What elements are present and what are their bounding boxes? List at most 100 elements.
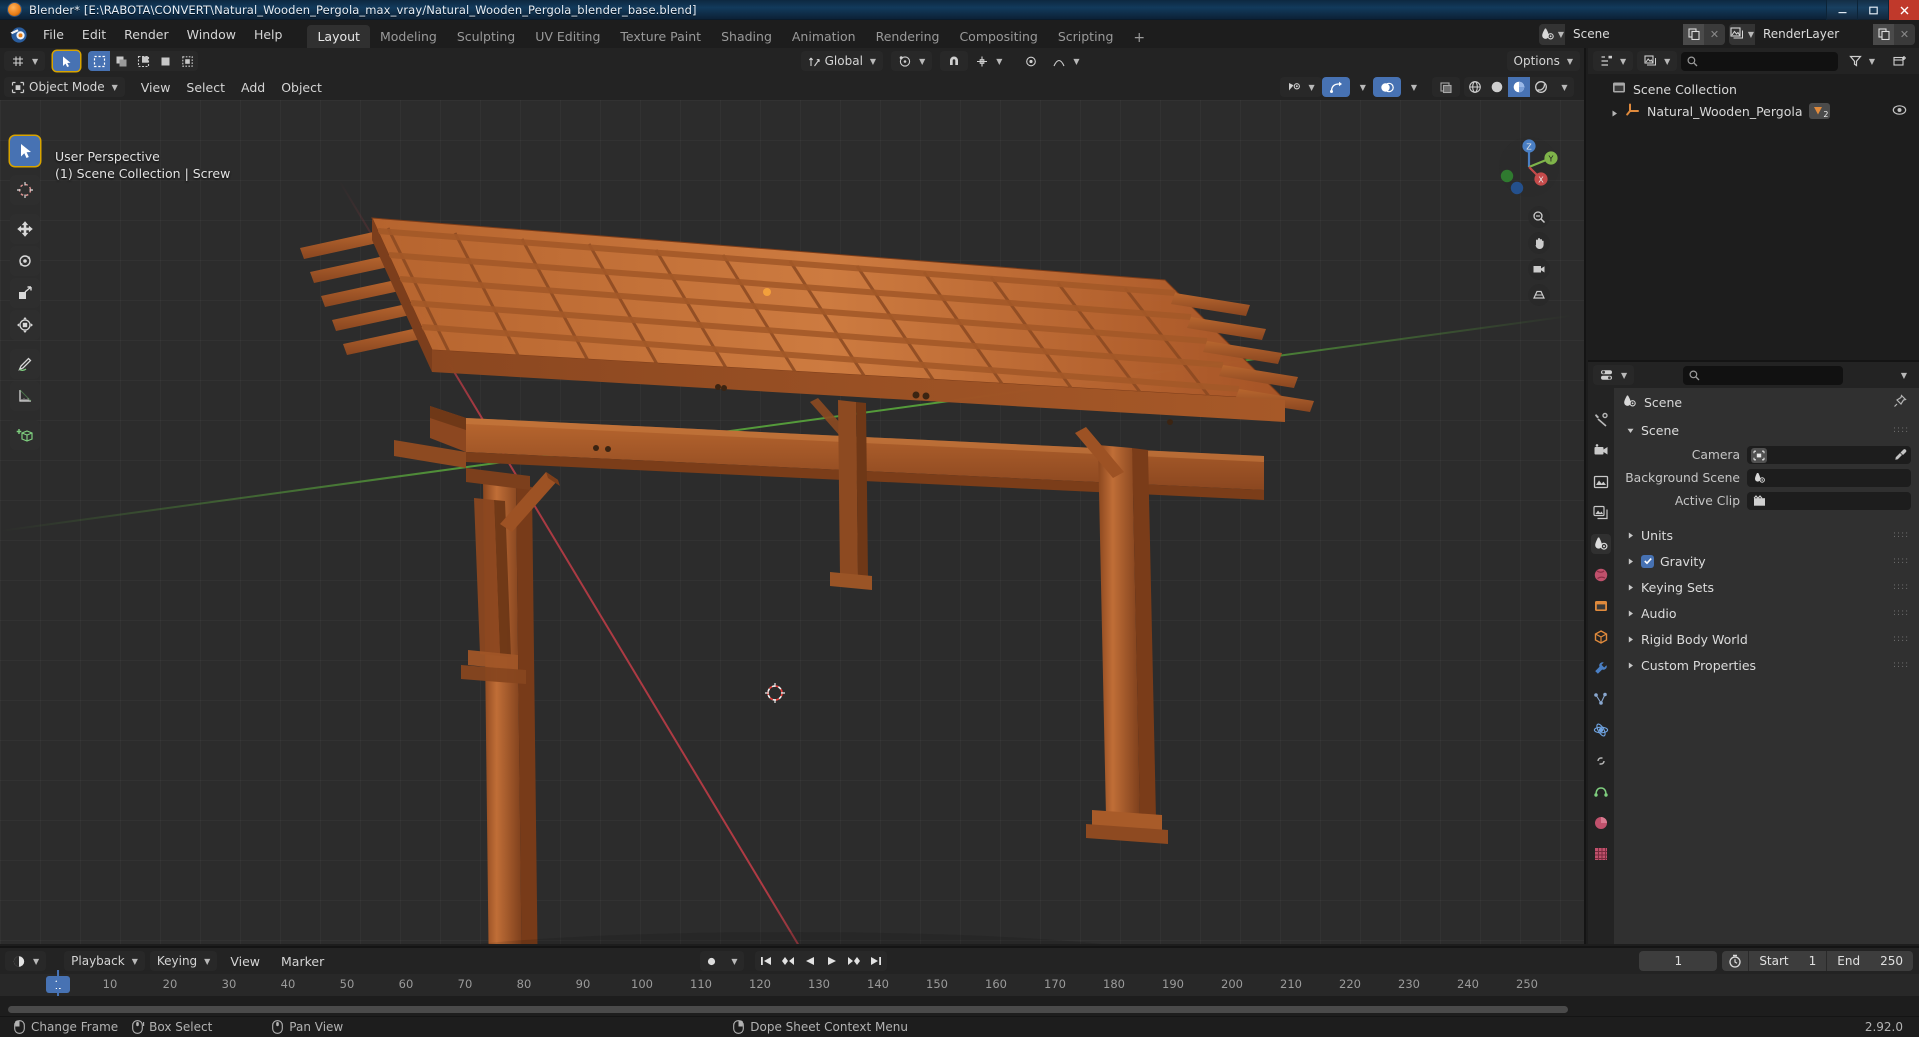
- rigid-body-world-panel-header[interactable]: Rigid Body World ::::: [1618, 627, 1915, 651]
- modifier-badge-icon[interactable]: 2: [1808, 103, 1830, 119]
- tab-scripting[interactable]: Scripting: [1048, 25, 1124, 48]
- eyedropper-icon[interactable]: [1894, 446, 1907, 465]
- properties-editor-type-button[interactable]: ▼: [1593, 365, 1635, 385]
- panel-drag-dots[interactable]: ::::: [1893, 557, 1908, 566]
- expand-triangle-icon[interactable]: [1610, 106, 1620, 117]
- add-workspace-button[interactable]: +: [1123, 28, 1155, 48]
- snap-pivot-button[interactable]: ▼: [891, 51, 933, 71]
- timeline-menu-marker[interactable]: Marker: [273, 951, 332, 972]
- current-frame-field[interactable]: 1: [1639, 951, 1718, 971]
- visibility-eye-icon[interactable]: [1892, 104, 1907, 119]
- use-preview-range-icon[interactable]: [1722, 951, 1748, 971]
- menu-edit[interactable]: Edit: [73, 24, 115, 45]
- custom-properties-panel-header[interactable]: Custom Properties ::::: [1618, 653, 1915, 677]
- material-preview-shading-button[interactable]: [1508, 77, 1530, 97]
- new-collection-button[interactable]: [1886, 51, 1914, 71]
- jump-to-end-button[interactable]: [865, 951, 887, 971]
- object-mode-selector[interactable]: Object Mode ▼: [4, 77, 125, 97]
- keying-sets-panel-header[interactable]: Keying Sets ::::: [1618, 575, 1915, 599]
- viewlayer-name-field[interactable]: RenderLayer: [1755, 23, 1873, 45]
- panel-drag-dots[interactable]: ::::: [1893, 661, 1908, 670]
- gravity-checkbox[interactable]: [1641, 554, 1654, 568]
- proportional-falloff-button[interactable]: ▼: [1045, 51, 1086, 71]
- minimize-button[interactable]: [1826, 0, 1857, 20]
- wireframe-shading-button[interactable]: [1464, 77, 1486, 97]
- auto-keying-button[interactable]: [700, 951, 722, 971]
- units-panel-header[interactable]: Units ::::: [1618, 523, 1915, 547]
- tab-modeling[interactable]: Modeling: [370, 25, 447, 48]
- tab-animation[interactable]: Animation: [782, 25, 866, 48]
- solid-shading-button[interactable]: [1486, 77, 1508, 97]
- panel-drag-dots[interactable]: ::::: [1893, 426, 1908, 435]
- panel-drag-dots[interactable]: ::::: [1893, 609, 1908, 618]
- viewport-options-button[interactable]: Options ▼: [1506, 51, 1580, 71]
- properties-options-button[interactable]: ▼: [1891, 365, 1914, 385]
- timeline-track-area[interactable]: [0, 996, 1919, 1016]
- viewport-menu-add[interactable]: Add: [233, 77, 273, 98]
- constraints-tab[interactable]: [1591, 751, 1611, 771]
- outliner-filter-button[interactable]: ▼: [1842, 51, 1882, 71]
- tab-layout[interactable]: Layout: [307, 25, 370, 48]
- viewport-canvas[interactable]: User Perspective (1) Scene Collection | …: [0, 100, 1584, 944]
- editor-type-button[interactable]: ▼: [4, 51, 46, 71]
- panel-drag-dots[interactable]: ::::: [1893, 531, 1908, 540]
- collection-tab[interactable]: [1591, 596, 1611, 616]
- snap-target-button[interactable]: ▼: [968, 51, 1009, 71]
- output-tab[interactable]: [1591, 472, 1611, 492]
- transform-tool[interactable]: [10, 310, 40, 340]
- object-tab[interactable]: [1591, 627, 1611, 647]
- scale-tool[interactable]: [10, 278, 40, 308]
- select-set-button[interactable]: [88, 51, 111, 71]
- snap-magnet-button[interactable]: [940, 51, 969, 71]
- new-scene-button[interactable]: [1683, 23, 1704, 45]
- select-extend-button[interactable]: [110, 51, 132, 71]
- remove-viewlayer-button[interactable]: ✕: [1894, 23, 1915, 45]
- end-frame-field[interactable]: End 250: [1826, 951, 1913, 971]
- tweak-select-tool[interactable]: [10, 136, 40, 166]
- unlink-scene-button[interactable]: ✕: [1704, 23, 1725, 45]
- properties-search-input[interactable]: [1682, 365, 1843, 385]
- viewlayer-datablock[interactable]: ▼ RenderLayer ✕: [1729, 23, 1915, 45]
- rotate-tool[interactable]: [10, 246, 40, 276]
- timeline-menu-playback[interactable]: Playback ▼: [64, 951, 145, 971]
- rendered-shading-button[interactable]: [1530, 77, 1552, 97]
- add-cube-tool[interactable]: [10, 420, 40, 450]
- navigation-gizmo[interactable]: Z Y X: [1498, 136, 1560, 198]
- menu-file[interactable]: File: [34, 24, 73, 45]
- play-reverse-button[interactable]: [799, 951, 821, 971]
- visibility-toggle-button[interactable]: ▼: [1279, 77, 1322, 97]
- new-viewlayer-button[interactable]: [1873, 23, 1894, 45]
- material-tab[interactable]: [1591, 813, 1611, 833]
- gravity-panel-header[interactable]: Gravity ::::: [1618, 549, 1915, 573]
- tool-tab[interactable]: [1591, 410, 1611, 430]
- camera-view-icon[interactable]: [1528, 258, 1550, 280]
- viewport-menu-select[interactable]: Select: [178, 77, 233, 98]
- outliner-search-input[interactable]: [1681, 51, 1838, 71]
- scene-datablock[interactable]: ▼ Scene ✕: [1539, 23, 1725, 45]
- jump-to-next-keyframe-button[interactable]: [843, 951, 865, 971]
- shading-dropdown-button[interactable]: ▼: [1552, 77, 1574, 97]
- viewport-menu-view[interactable]: View: [133, 77, 179, 98]
- world-tab[interactable]: [1591, 565, 1611, 585]
- render-tab[interactable]: [1591, 441, 1611, 461]
- timeline-menu-view[interactable]: View: [222, 951, 268, 972]
- xray-toggle-button[interactable]: [1432, 77, 1460, 97]
- zoom-icon[interactable]: [1528, 206, 1550, 228]
- timeline-editor-type-button[interactable]: ▼: [5, 951, 47, 971]
- viewlayer-tab[interactable]: [1591, 503, 1611, 523]
- pan-hand-icon[interactable]: [1528, 232, 1550, 254]
- scene-tab[interactable]: [1591, 534, 1611, 554]
- overlays-toggle-button[interactable]: [1372, 77, 1401, 97]
- pin-icon[interactable]: [1893, 393, 1907, 411]
- timeline-horizontal-scrollbar[interactable]: [8, 1006, 1568, 1013]
- overlays-dropdown-button[interactable]: ▼: [1401, 77, 1424, 97]
- audio-panel-header[interactable]: Audio ::::: [1618, 601, 1915, 625]
- start-frame-field[interactable]: Start 1: [1748, 951, 1826, 971]
- play-button[interactable]: [821, 951, 843, 971]
- select-intersect-button[interactable]: [176, 51, 198, 71]
- physics-tab[interactable]: [1591, 720, 1611, 740]
- maximize-button[interactable]: [1857, 0, 1888, 20]
- blender-logo-icon[interactable]: [7, 24, 30, 44]
- camera-field[interactable]: [1747, 446, 1911, 464]
- jump-to-prev-keyframe-button[interactable]: [777, 951, 799, 971]
